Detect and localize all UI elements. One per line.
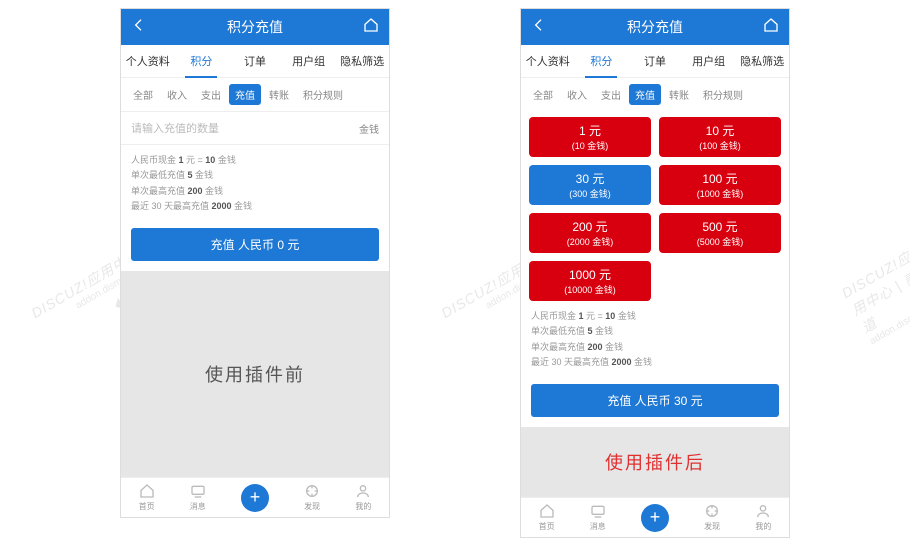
app-header: 积分充值 [521,9,789,45]
caption-after: 使用插件后 [605,449,705,475]
tab-0[interactable]: 个人资料 [121,45,175,77]
nav-item-4[interactable]: 我的 [755,503,771,532]
caption-area: 使用插件前 [121,271,389,477]
tab-2[interactable]: 订单 [228,45,282,77]
caption-before: 使用插件前 [205,361,305,387]
amount-unit: 金钱 [359,121,379,136]
amount-tile-3[interactable]: 100 元(1000 金钱) [659,165,781,205]
tab-1[interactable]: 积分 [175,45,229,77]
main-tabs: 个人资料积分订单用户组隐私筛选 [521,45,789,78]
rule-line: 单次最低充值 5 金钱 [531,324,779,339]
subtab-2[interactable]: 支出 [595,84,627,105]
rule-line: 单次最低充值 5 金钱 [131,168,379,183]
rules-block: 人民币现金 1 元 = 10 金钱单次最低充值 5 金钱单次最高充值 200 金… [121,145,389,222]
amount-tile-6[interactable]: 1000 元(10000 金钱) [529,261,651,301]
amount-placeholder: 请输入充值的数量 [131,120,359,136]
header-title: 积分充值 [147,17,363,37]
tab-4[interactable]: 隐私筛选 [335,45,389,77]
nav-icon [590,503,606,521]
sub-tabs: 全部收入支出充值转账积分规则 [521,78,789,111]
subtab-2[interactable]: 支出 [195,84,227,105]
home-icon[interactable] [363,17,379,38]
amount-tile-4[interactable]: 200 元(2000 金钱) [529,213,651,253]
recharge-button[interactable]: 充值 人民币 0 元 [131,228,379,261]
caption-area: 使用插件后 [521,427,789,497]
home-icon[interactable] [763,17,779,38]
tab-2[interactable]: 订单 [628,45,682,77]
rule-line: 人民币现金 1 元 = 10 金钱 [531,309,779,324]
subtab-0[interactable]: 全部 [527,84,559,105]
subtab-5[interactable]: 积分规则 [697,84,749,105]
main-tabs: 个人资料积分订单用户组隐私筛选 [121,45,389,78]
nav-plus-button[interactable]: + [641,504,669,532]
header-title: 积分充值 [547,17,763,37]
subtab-1[interactable]: 收入 [161,84,193,105]
rule-line: 人民币现金 1 元 = 10 金钱 [131,153,379,168]
nav-icon [355,483,371,501]
rules-block: 人民币现金 1 元 = 10 金钱单次最低充值 5 金钱单次最高充值 200 金… [521,301,789,378]
subtab-0[interactable]: 全部 [127,84,159,105]
amount-tile-5[interactable]: 500 元(5000 金钱) [659,213,781,253]
nav-item-3[interactable]: 发现 [304,483,320,512]
nav-plus-button[interactable]: + [241,484,269,512]
subtab-4[interactable]: 转账 [663,84,695,105]
amount-tile-2[interactable]: 30 元(300 金钱) [529,165,651,205]
subtab-3[interactable]: 充值 [629,84,661,105]
sub-tabs: 全部收入支出充值转账积分规则 [121,78,389,111]
amount-tile-0[interactable]: 1 元(10 金钱) [529,117,651,157]
nav-icon [190,483,206,501]
subtab-4[interactable]: 转账 [263,84,295,105]
nav-item-1[interactable]: 消息 [590,503,606,532]
rule-line: 最近 30 天最高充值 2000 金钱 [131,199,379,214]
bottom-nav: 首页 消息 + 发现 我的 [121,477,389,517]
back-icon[interactable] [531,17,547,38]
nav-icon [139,483,155,501]
bottom-nav: 首页 消息 + 发现 我的 [521,497,789,537]
tab-3[interactable]: 用户组 [282,45,336,77]
back-icon[interactable] [131,17,147,38]
nav-item-0[interactable]: 首页 [539,503,555,532]
tab-4[interactable]: 隐私筛选 [735,45,789,77]
subtab-5[interactable]: 积分规则 [297,84,349,105]
phone-after: 积分充值 个人资料积分订单用户组隐私筛选 全部收入支出充值转账积分规则 1 元(… [520,8,790,538]
rule-line: 单次最高充值 200 金钱 [531,340,779,355]
app-header: 积分充值 [121,9,389,45]
rule-line: 最近 30 天最高充值 2000 金钱 [531,355,779,370]
nav-icon [539,503,555,521]
rule-line: 单次最高充值 200 金钱 [131,184,379,199]
nav-item-1[interactable]: 消息 [190,483,206,512]
nav-item-3[interactable]: 发现 [704,503,720,532]
phone-before: 积分充值 个人资料积分订单用户组隐私筛选 全部收入支出充值转账积分规则 请输入充… [120,8,390,518]
nav-icon [704,503,720,521]
amount-tiles: 1 元(10 金钱)10 元(100 金钱)30 元(300 金钱)100 元(… [521,111,789,301]
recharge-button[interactable]: 充值 人民币 30 元 [531,384,779,417]
nav-item-0[interactable]: 首页 [139,483,155,512]
nav-item-4[interactable]: 我的 [355,483,371,512]
subtab-3[interactable]: 充值 [229,84,261,105]
nav-icon [755,503,771,521]
tab-1[interactable]: 积分 [575,45,629,77]
tab-3[interactable]: 用户组 [682,45,736,77]
subtab-1[interactable]: 收入 [561,84,593,105]
amount-input-row[interactable]: 请输入充值的数量 金钱 [121,111,389,145]
amount-tile-1[interactable]: 10 元(100 金钱) [659,117,781,157]
tab-0[interactable]: 个人资料 [521,45,575,77]
nav-icon [304,483,320,501]
